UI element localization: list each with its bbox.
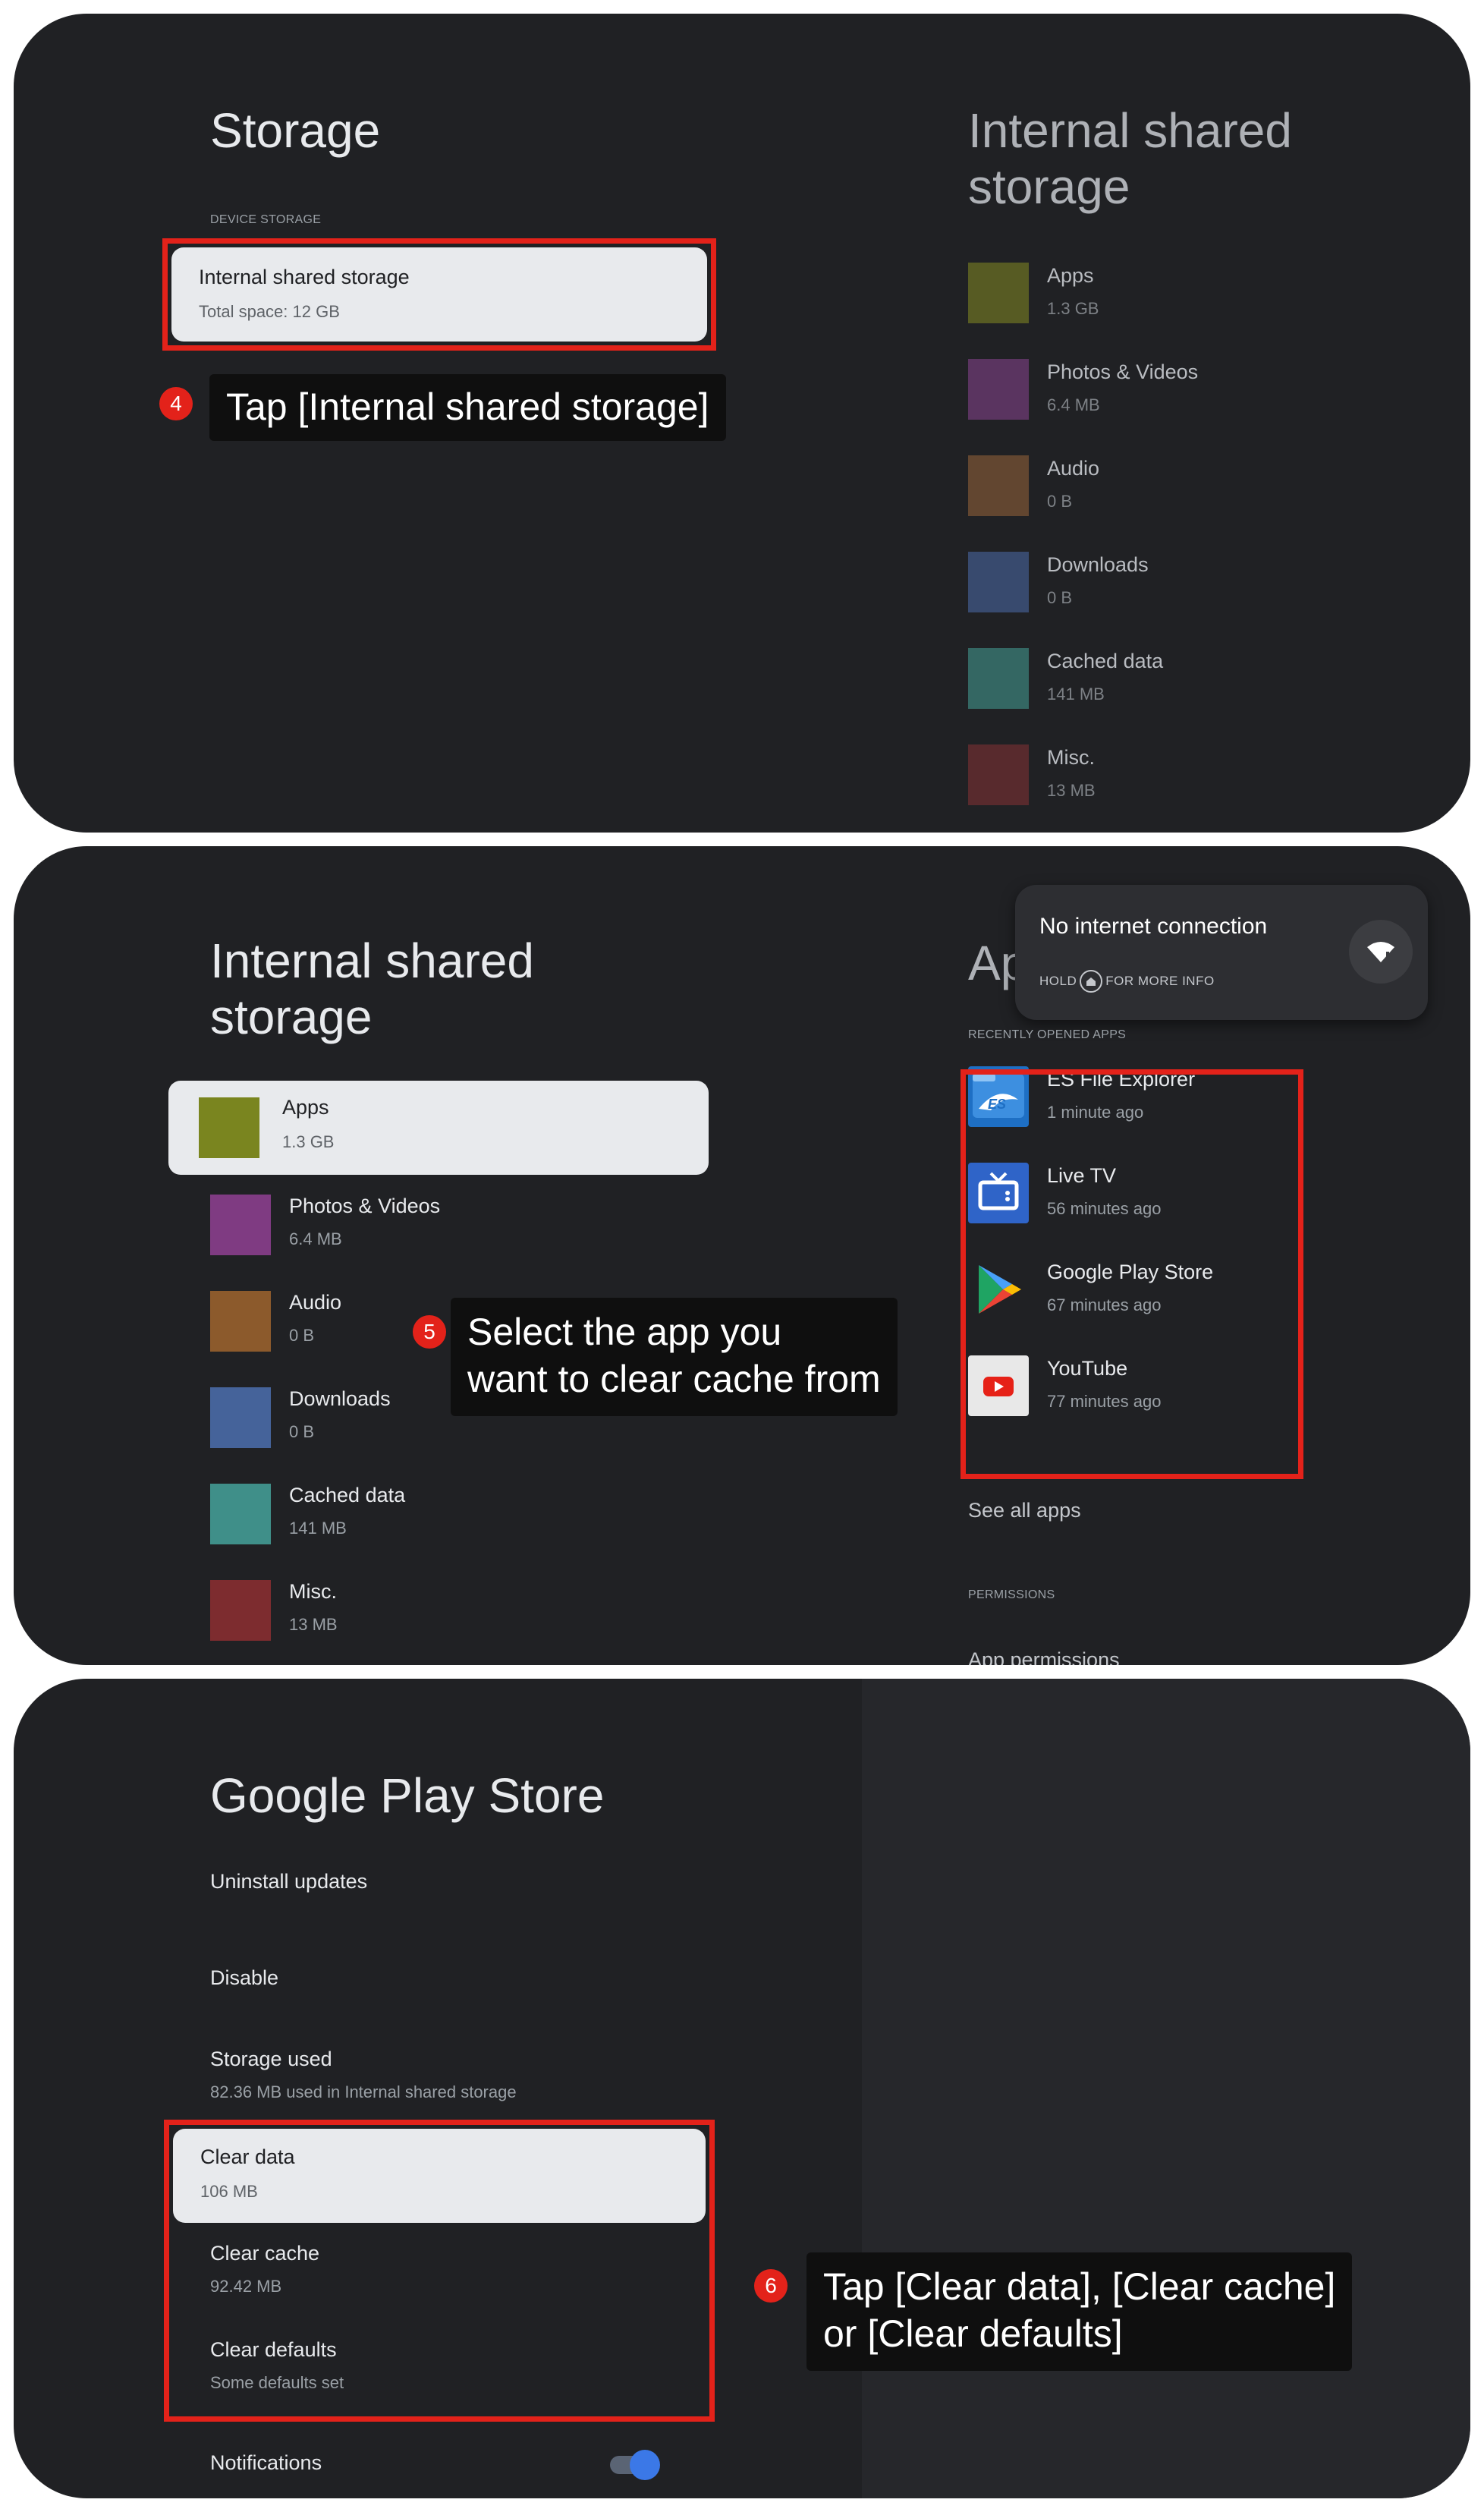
apps-item[interactable]: Apps 1.3 GB — [168, 1081, 709, 1175]
storage-used-title: Storage used — [210, 2048, 332, 2070]
highlight-box — [961, 1069, 1303, 1479]
toast-hint-suffix: FOR MORE INFO — [1105, 974, 1215, 988]
toast-title: No internet connection — [1039, 914, 1268, 939]
page-title: Internal shared storage — [210, 933, 534, 1045]
storage-used-subtitle: 82.36 MB used in Internal shared storage — [210, 2082, 517, 2101]
permissions-label: PERMISSIONS — [968, 1588, 1055, 1601]
downloads-color-swatch — [968, 552, 1029, 612]
page-title: Google Play Store — [210, 1768, 605, 1823]
step-badge: 6 — [754, 2269, 788, 2303]
preview-title-line2: storage — [968, 159, 1130, 214]
cached-data-color-swatch — [968, 648, 1029, 709]
preview-cached-label: Cached data — [1047, 650, 1164, 672]
instruction-callout: Tap [Clear data], [Clear cache] or [Clea… — [806, 2252, 1353, 2371]
downloads-value: 0 B — [289, 1422, 315, 1441]
wifi-warning-icon — [1349, 920, 1413, 984]
notifications-label: Notifications — [210, 2451, 322, 2474]
disable-item[interactable]: Disable — [210, 1966, 278, 1990]
right-pane-background — [862, 1679, 1470, 2498]
cached-data-label[interactable]: Cached data — [289, 1484, 405, 1507]
misc-color-swatch — [210, 1580, 271, 1641]
apps-color-swatch — [968, 263, 1029, 323]
notifications-toggle[interactable] — [610, 2450, 660, 2480]
audio-color-swatch — [210, 1291, 271, 1352]
toast-hint: HOLD FOR MORE INFO — [1039, 970, 1215, 993]
photos-videos-label[interactable]: Photos & Videos — [289, 1195, 440, 1218]
callout-line1: Select the app you — [467, 1311, 782, 1353]
cached-data-value: 141 MB — [289, 1519, 347, 1538]
internal-shared-storage-screen: Internal shared storage Apps 1.3 GB Phot… — [14, 846, 1470, 1665]
preview-audio-value: 0 B — [1047, 492, 1073, 511]
app-permissions-item[interactable]: App permissions — [968, 1648, 1120, 1665]
toast-hint-prefix: HOLD — [1039, 974, 1077, 988]
see-all-apps-link[interactable]: See all apps — [968, 1499, 1081, 1522]
uninstall-updates-item[interactable]: Uninstall updates — [210, 1870, 367, 1893]
preview-downloads-label: Downloads — [1047, 553, 1149, 576]
page-title-line1: Internal shared — [210, 933, 534, 988]
highlight-box — [164, 2120, 715, 2422]
step-badge: 5 — [413, 1315, 446, 1349]
page-title-line2: storage — [210, 989, 373, 1044]
audio-value: 0 B — [289, 1326, 315, 1345]
step-badge: 4 — [159, 387, 193, 420]
preview-downloads-value: 0 B — [1047, 588, 1073, 607]
callout-line1: Tap [Clear data], [Clear cache] — [823, 2265, 1336, 2308]
apps-label: Apps — [282, 1096, 329, 1119]
section-label-device-storage: DEVICE STORAGE — [210, 213, 322, 226]
preview-apps-label: Apps — [1047, 264, 1094, 287]
cached-data-color-swatch — [210, 1484, 271, 1544]
google-play-store-app-info-screen: Google Play Store Uninstall updates Disa… — [14, 1679, 1470, 2498]
callout-text: Tap [Internal shared storage] — [226, 386, 709, 428]
audio-color-swatch — [968, 455, 1029, 516]
preview-title-line1: Internal shared — [968, 103, 1292, 158]
preview-misc-label: Misc. — [1047, 746, 1095, 769]
apps-value: 1.3 GB — [282, 1132, 335, 1151]
preview-audio-label: Audio — [1047, 457, 1100, 480]
photos-videos-color-swatch — [210, 1195, 271, 1255]
preview-cached-value: 141 MB — [1047, 685, 1105, 704]
highlight-box — [162, 238, 716, 351]
preview-photos-label: Photos & Videos — [1047, 360, 1199, 383]
downloads-color-swatch — [210, 1387, 271, 1448]
no-internet-toast[interactable]: No internet connection HOLD FOR MORE INF… — [1015, 885, 1428, 1020]
preview-title: Internal shared storage — [968, 103, 1292, 215]
misc-label[interactable]: Misc. — [289, 1580, 337, 1604]
downloads-label[interactable]: Downloads — [289, 1387, 391, 1411]
instruction-callout: Select the app you want to clear cache f… — [451, 1298, 898, 1416]
photos-videos-value: 6.4 MB — [289, 1229, 342, 1248]
storage-screen: Storage DEVICE STORAGE Internal shared s… — [14, 14, 1470, 833]
misc-value: 13 MB — [289, 1615, 338, 1634]
home-icon — [1080, 970, 1103, 993]
callout-line2: want to clear cache from — [467, 1358, 881, 1400]
audio-label[interactable]: Audio — [289, 1291, 341, 1314]
preview-photos-value: 6.4 MB — [1047, 395, 1100, 414]
apps-color-swatch — [199, 1097, 259, 1158]
page-title: Storage — [210, 103, 381, 158]
instruction-callout: Tap [Internal shared storage] — [209, 374, 726, 441]
preview-apps-value: 1.3 GB — [1047, 299, 1099, 318]
toggle-knob — [630, 2450, 660, 2480]
photos-videos-color-swatch — [968, 359, 1029, 420]
preview-misc-value: 13 MB — [1047, 781, 1096, 800]
recently-opened-apps-label: RECENTLY OPENED APPS — [968, 1028, 1127, 1041]
callout-line2: or [Clear defaults] — [823, 2312, 1123, 2355]
misc-color-swatch — [968, 744, 1029, 805]
